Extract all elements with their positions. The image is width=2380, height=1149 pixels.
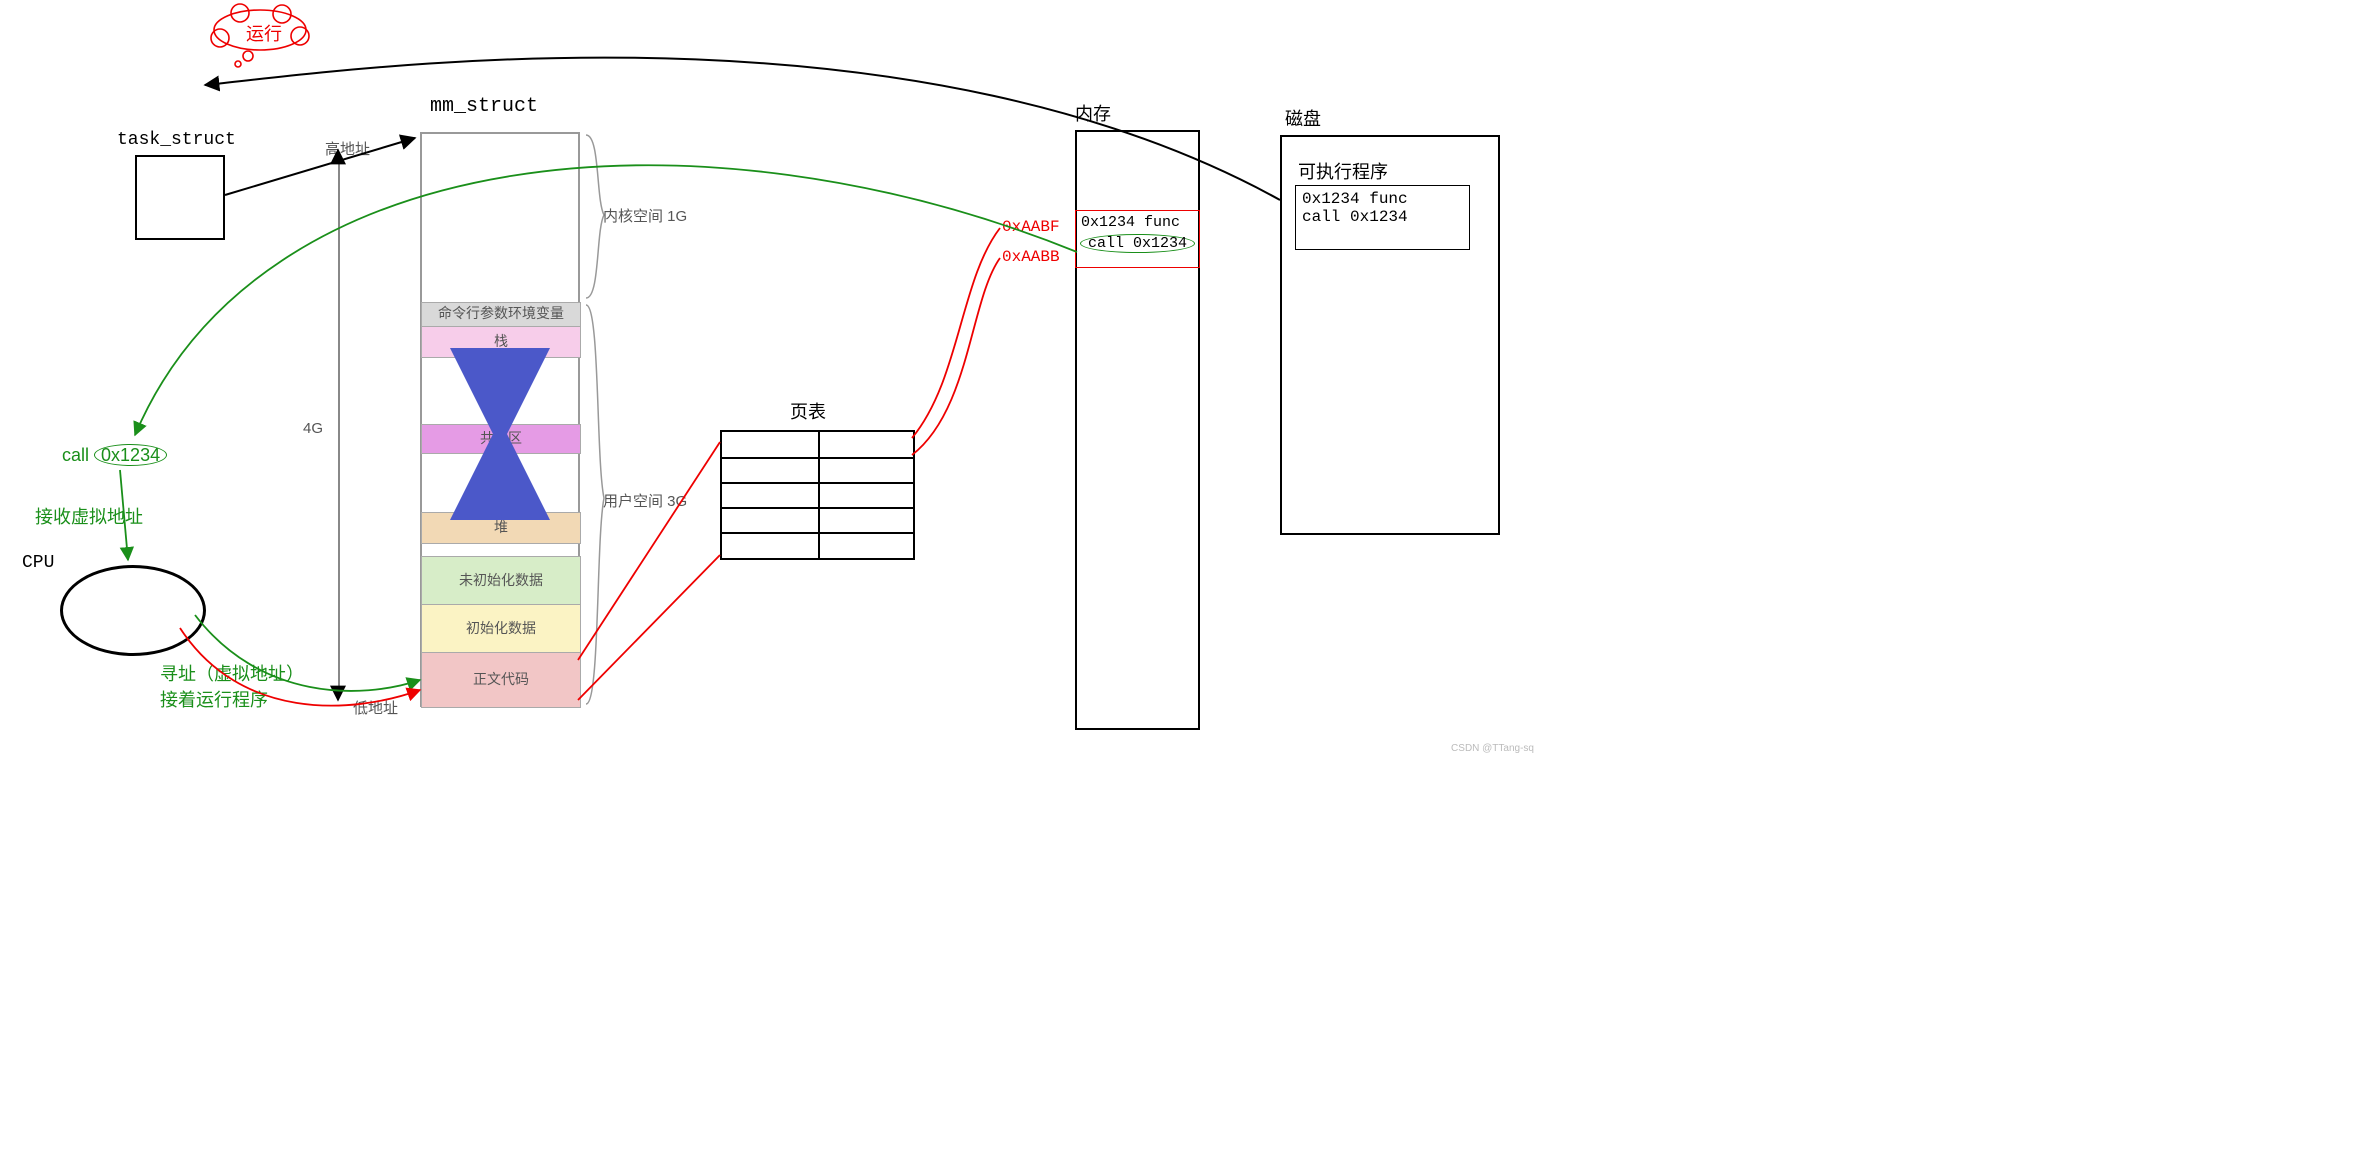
cpu-label: CPU [22, 553, 54, 573]
exec-line-0: 0x1234 func [1296, 186, 1469, 208]
mem-addr-1: 0xAABB [1002, 248, 1060, 266]
high-addr-label: 高地址 [325, 138, 370, 159]
cpu-recv-label: 接收虚拟地址 [35, 503, 143, 529]
task-struct-title: task_struct [117, 130, 236, 150]
seg-shared: 共享区 [421, 424, 581, 454]
exec-title: 可执行程序 [1298, 158, 1388, 184]
seg-stack: 栈 [421, 326, 581, 358]
memory-highlight: 0x1234 func call 0x1234 [1075, 210, 1200, 268]
user-space-label: 用户空间 3G [603, 490, 687, 511]
watermark: CSDN @TTang-sq [1451, 743, 1534, 754]
cpu-call-addr: 0x1234 [94, 444, 167, 466]
mem-row-0: 0x1234 func [1076, 211, 1199, 234]
kernel-space-label: 内核空间 1G [603, 205, 687, 226]
seg-text: 正文代码 [421, 652, 581, 708]
seg-heap: 堆 [421, 512, 581, 544]
pagetable-title: 页表 [790, 398, 826, 424]
diagram-canvas: task_struct mm_struct 高地址 低地址 4G 命令行参数环境… [0, 0, 1540, 760]
low-addr-label: 低地址 [353, 697, 398, 718]
cpu-call-word: call [62, 445, 89, 465]
cpu-call-text: call 0x1234 [62, 445, 167, 466]
exec-box: 0x1234 func call 0x1234 [1295, 185, 1470, 250]
run-label: 运行 [246, 20, 282, 46]
seg-data: 初始化数据 [421, 604, 581, 654]
4g-label: 4G [303, 420, 323, 437]
seg-args: 命令行参数环境变量 [421, 302, 581, 328]
memory-title: 内存 [1075, 100, 1111, 126]
mm-struct-title: mm_struct [430, 95, 538, 118]
cpu-ellipse [60, 565, 206, 656]
size-arrow-shaft [338, 155, 340, 695]
pagetable-box [720, 430, 915, 560]
exec-line-1: call 0x1234 [1296, 208, 1469, 226]
task-struct-box [135, 155, 225, 240]
disk-title: 磁盘 [1285, 105, 1321, 131]
cpu-lookup-label: 寻址（虚拟地址） 接着运行程序 [160, 660, 304, 712]
mem-row-1: call 0x1234 [1080, 234, 1195, 253]
seg-bss: 未初始化数据 [421, 556, 581, 606]
mem-addr-0: 0xAABF [1002, 218, 1060, 236]
